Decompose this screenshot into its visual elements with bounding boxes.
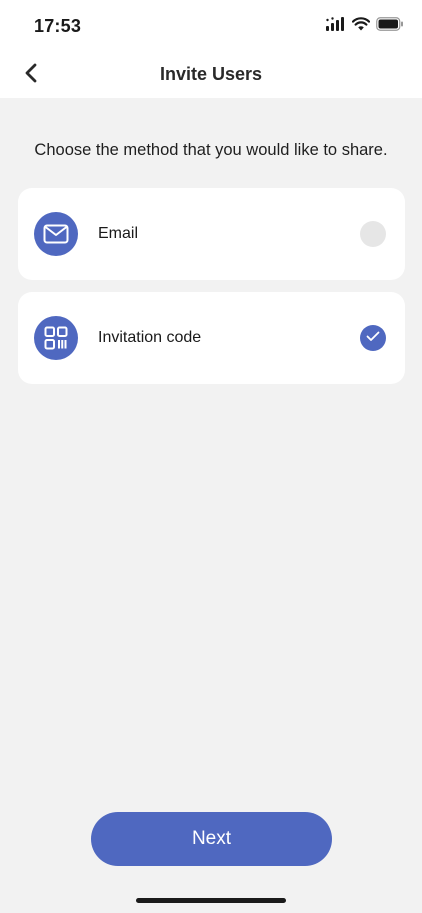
page-title: Invite Users xyxy=(159,64,263,84)
email-radio[interactable] xyxy=(360,221,386,247)
status-bar: 17:53 xyxy=(0,0,422,52)
status-icons xyxy=(326,16,404,36)
battery-icon xyxy=(376,16,404,36)
mail-icon xyxy=(34,212,78,256)
checkmark-icon xyxy=(366,329,380,347)
qr-code-icon xyxy=(34,316,78,360)
status-time: 17:53 xyxy=(34,16,82,36)
nav-bar: Invite Users xyxy=(0,52,422,98)
option-invitation-code-label: Invitation code xyxy=(98,329,202,346)
option-email-label: Email xyxy=(98,225,139,242)
next-button[interactable]: Next xyxy=(91,812,332,866)
invitation-code-radio[interactable] xyxy=(360,325,386,351)
signal-icon xyxy=(326,16,346,36)
wifi-icon xyxy=(351,16,371,36)
option-email[interactable]: Email xyxy=(18,188,405,280)
option-invitation-code[interactable]: Invitation code xyxy=(18,292,405,384)
home-indicator xyxy=(136,898,286,903)
instruction-text: Choose the method that you would like to… xyxy=(34,141,388,159)
